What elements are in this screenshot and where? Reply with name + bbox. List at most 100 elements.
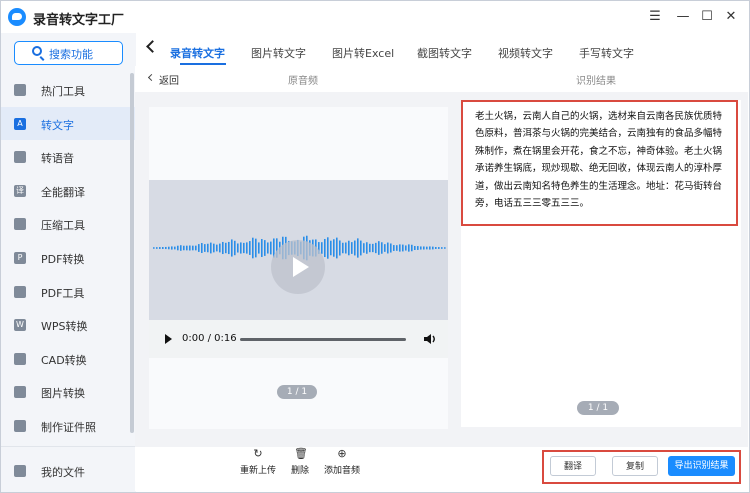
player-play-icon[interactable]	[165, 334, 172, 344]
tab-bar: 录音转文字 图片转文字 图片转Excel 截图转文字 视频转文字 手写转文字	[135, 32, 748, 67]
waveform-bar	[192, 245, 194, 251]
waveform-bar	[195, 245, 197, 251]
waveform-bar	[171, 246, 173, 250]
search-icon	[32, 46, 42, 56]
waveform-bar	[375, 242, 377, 254]
sidebar-item-label: 热门工具	[41, 85, 85, 98]
delete-button[interactable]: 🗑 删除	[280, 448, 320, 477]
waveform-bar	[432, 246, 434, 250]
waveform-bar	[441, 247, 443, 249]
waveform-bar	[411, 244, 413, 252]
tab-handwriting-to-text[interactable]: 手写转文字	[579, 45, 634, 61]
sidebar-divider	[1, 446, 136, 447]
sidebar-item[interactable]: CAD转换	[1, 342, 136, 376]
waveform-bar	[351, 242, 353, 254]
search-button[interactable]: 搜索功能	[14, 41, 123, 65]
waveform-bar	[201, 243, 203, 253]
waveform-bar	[330, 240, 332, 256]
minimize-icon[interactable]: —	[673, 7, 693, 27]
waveform-bar	[186, 245, 188, 251]
flame-icon	[14, 84, 26, 96]
waveform-bar	[402, 244, 404, 252]
chevron-left-small-icon[interactable]	[147, 73, 156, 82]
waveform-bar	[399, 244, 401, 252]
export-results-button[interactable]: 导出识别结果	[668, 456, 735, 476]
sidebar-item-label: WPS转换	[41, 320, 88, 334]
sidebar-item[interactable]: P PDF转换	[1, 241, 136, 275]
sub-header: 返回 原音频 识别结果	[135, 66, 748, 93]
waveform-bar	[360, 240, 362, 256]
waveform-bar	[252, 237, 254, 259]
waveform-bar	[363, 243, 365, 253]
play-icon	[293, 257, 309, 277]
back-link[interactable]: 返回	[159, 72, 179, 87]
waveform-bar	[216, 244, 218, 252]
pdf-tools-icon	[14, 285, 26, 298]
tab-audio-to-text[interactable]: 录音转文字	[170, 45, 225, 61]
tab-video-to-text[interactable]: 视频转文字	[498, 45, 553, 61]
sidebar-item[interactable]: W WPS转换	[1, 308, 136, 342]
waveform-bar	[435, 247, 437, 249]
folder-icon	[14, 465, 26, 477]
tab-screenshot-to-text[interactable]: 截图转文字	[417, 45, 472, 61]
waveform-bar	[198, 244, 200, 252]
app-title: 录音转文字工厂	[33, 13, 125, 28]
waveform-bar	[174, 246, 176, 250]
sidebar-item[interactable]: 译 全能翻译	[1, 174, 136, 208]
waveform-bar	[204, 244, 206, 252]
tab-image-to-text[interactable]: 图片转文字	[251, 45, 306, 61]
original-audio-heading: 原音频	[288, 76, 318, 87]
sidebar-item[interactable]: 制作证件照	[1, 409, 136, 443]
sidebar-item[interactable]: 压缩工具	[1, 207, 136, 241]
waveform-bar	[240, 242, 242, 254]
id-photo-icon	[14, 419, 26, 432]
sidebar-item-my-files[interactable]: 我的文件	[1, 459, 136, 485]
copy-button[interactable]: 复制	[612, 456, 658, 476]
close-icon[interactable]: ✕	[721, 7, 741, 27]
sidebar-scrollbar[interactable]	[130, 73, 134, 433]
chevron-left-icon[interactable]	[146, 40, 159, 53]
waveform-bar	[339, 240, 341, 256]
sidebar-nav: 热门工具 A 转文字 转语音译 全能翻译 压缩工具 P PDF转换 PDF工具 W WPS转换 CAD…	[1, 73, 136, 443]
add-audio-label: 添加音频	[323, 466, 360, 476]
sidebar-item[interactable]: 热门工具	[1, 73, 136, 107]
result-text[interactable]: 老土火锅，云南人自己的火锅，选材来自云南各民族优质特色原料，普洱茶与火锅的完美结…	[475, 108, 726, 212]
menu-icon[interactable]: ☰	[645, 7, 665, 27]
waveform-bar	[207, 243, 209, 253]
waveform-bar	[156, 247, 158, 249]
waveform-bar	[372, 243, 374, 253]
sidebar-item[interactable]: PDF工具	[1, 275, 136, 309]
app-logo-icon	[8, 8, 26, 26]
cad-icon	[14, 352, 26, 365]
sidebar-item-label: 全能翻译	[41, 185, 85, 199]
reupload-button[interactable]: ↻ 重新上传	[238, 448, 278, 477]
waveform-bar	[165, 246, 167, 250]
sidebar-item[interactable]: A 转文字	[1, 106, 136, 141]
text-convert-icon: A	[14, 117, 26, 130]
sidebar-item-label: PDF工具	[41, 286, 85, 300]
tab-image-to-excel[interactable]: 图片转Excel	[332, 45, 394, 61]
sidebar-item-label: PDF转换	[41, 252, 85, 266]
waveform-bar	[321, 242, 323, 254]
waveform-bar	[417, 246, 419, 250]
waveform-bar	[426, 246, 428, 250]
waveform-bar	[264, 240, 266, 256]
sidebar-item[interactable]: 转语音	[1, 140, 136, 174]
sidebar-item[interactable]: 图片转换	[1, 375, 136, 409]
sidebar: 搜索功能 热门工具 A 转文字 转语音译 全能翻译 压缩工具 P PDF转换 PDF工具 W WPS…	[1, 33, 136, 492]
translate-button[interactable]: 翻译	[550, 456, 596, 476]
waveform-bar	[225, 242, 227, 254]
sidebar-item-label: 我的文件	[41, 466, 85, 479]
pdf-convert-icon: P	[14, 251, 26, 264]
wps-icon: W	[14, 319, 26, 332]
waveform-bar	[324, 238, 326, 258]
maximize-icon[interactable]: ☐	[697, 7, 717, 27]
waveform-bar	[369, 243, 371, 253]
add-audio-button[interactable]: ⊕ 添加音频	[322, 448, 362, 477]
waveform-bar	[393, 245, 395, 251]
result-heading: 识别结果	[576, 76, 616, 87]
waveform-bar	[243, 242, 245, 254]
player-progress-track[interactable]	[240, 338, 406, 341]
volume-icon[interactable]	[423, 332, 437, 346]
waveform-bar	[183, 245, 185, 251]
